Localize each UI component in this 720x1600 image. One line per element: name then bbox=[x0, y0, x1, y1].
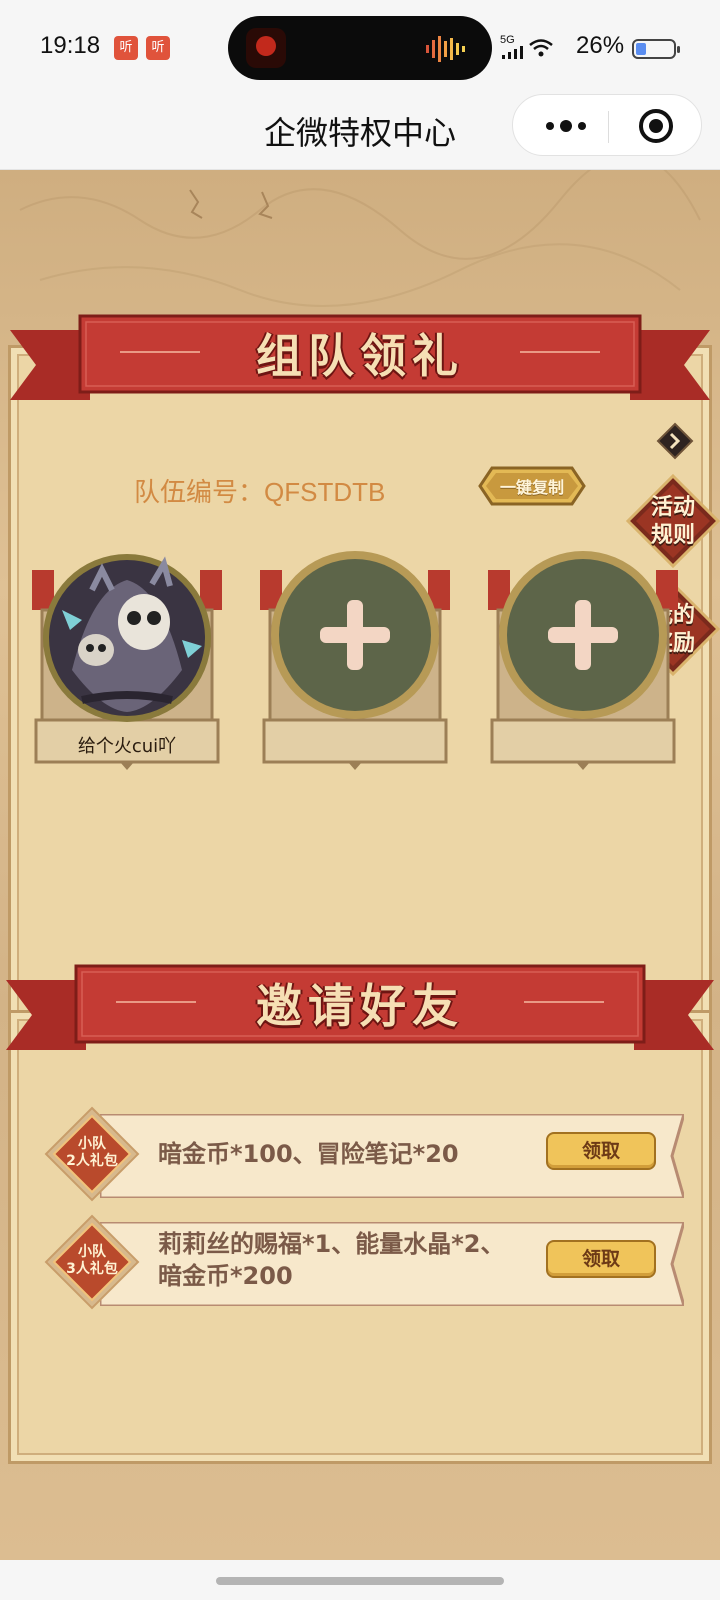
claim-button[interactable]: 领取 bbox=[546, 1240, 656, 1278]
signal-icon bbox=[502, 46, 523, 59]
expand-arrow-icon[interactable] bbox=[656, 422, 694, 460]
reward-row: 小队 2人礼包 暗金币*100、冒险笔记*20 领取 bbox=[44, 1106, 684, 1202]
member-slot-3[interactable] bbox=[488, 550, 678, 770]
tag-line-1: 小队 bbox=[78, 1244, 106, 1260]
home-indicator[interactable] bbox=[216, 1577, 504, 1585]
mini-program-capsule bbox=[512, 94, 702, 156]
reward-desc-line-1: 莉莉丝的赐福*1、能量水晶*2、 bbox=[158, 1230, 505, 1258]
copy-code-button[interactable]: 一键复制 bbox=[478, 466, 586, 506]
invite-heading: 邀请好友 bbox=[256, 979, 464, 1033]
close-mini-program-icon[interactable] bbox=[639, 109, 673, 143]
member-slot-1[interactable]: 给个火cui吖 bbox=[32, 550, 222, 770]
member-name: 给个火cui吖 bbox=[77, 736, 177, 757]
reward-desc: 暗金币*100、冒险笔记*20 bbox=[158, 1140, 459, 1168]
app-icon bbox=[246, 28, 286, 68]
notification-badge: 听 bbox=[146, 36, 170, 60]
rules-label-2: 规则 bbox=[650, 523, 695, 548]
tag-line-1: 小队 bbox=[78, 1136, 106, 1152]
capsule-divider bbox=[608, 111, 609, 143]
notification-badge: 听 bbox=[114, 36, 138, 60]
team-heading: 组队领礼 bbox=[256, 329, 464, 383]
status-bar: 19:18 听 听 5G 26% bbox=[0, 0, 720, 90]
game-page: 组队领礼 队伍编号：QFSTDTB 一键复制 活动 规则 我的 奖励 给个火cu… bbox=[0, 170, 720, 1560]
team-code-value: QFSTDTB bbox=[264, 477, 386, 507]
battery-icon bbox=[632, 39, 680, 59]
slot-frame bbox=[260, 551, 450, 770]
dynamic-island bbox=[228, 16, 492, 80]
slot-frame bbox=[488, 551, 678, 770]
nav-bar: 企微特权中心 bbox=[0, 90, 720, 170]
team-code-row: 队伍编号：QFSTDTB bbox=[134, 472, 385, 509]
member-slot-2[interactable] bbox=[260, 550, 450, 770]
reward-desc-line-2: 暗金币*200 bbox=[158, 1262, 293, 1290]
wifi-icon bbox=[529, 39, 553, 57]
reward-tag: 小队 2人礼包 bbox=[58, 1136, 126, 1170]
more-icon[interactable] bbox=[541, 113, 591, 139]
audio-wave-icon bbox=[426, 36, 465, 62]
tag-line-2: 3人礼包 bbox=[66, 1261, 118, 1277]
reward-tag: 小队 3人礼包 bbox=[58, 1244, 126, 1278]
map-decoration bbox=[19, 170, 701, 307]
battery-percent: 26% bbox=[576, 32, 625, 59]
status-time: 19:18 bbox=[40, 32, 101, 59]
claim-button[interactable]: 领取 bbox=[546, 1132, 656, 1170]
rules-label-1: 活动 bbox=[650, 495, 695, 520]
reward-row: 小队 3人礼包 莉莉丝的赐福*1、能量水晶*2、 暗金币*200 领取 bbox=[44, 1214, 684, 1310]
tag-line-2: 2人礼包 bbox=[66, 1153, 118, 1169]
team-code-label: 队伍编号： bbox=[134, 478, 265, 508]
copy-button-label: 一键复制 bbox=[499, 478, 564, 497]
